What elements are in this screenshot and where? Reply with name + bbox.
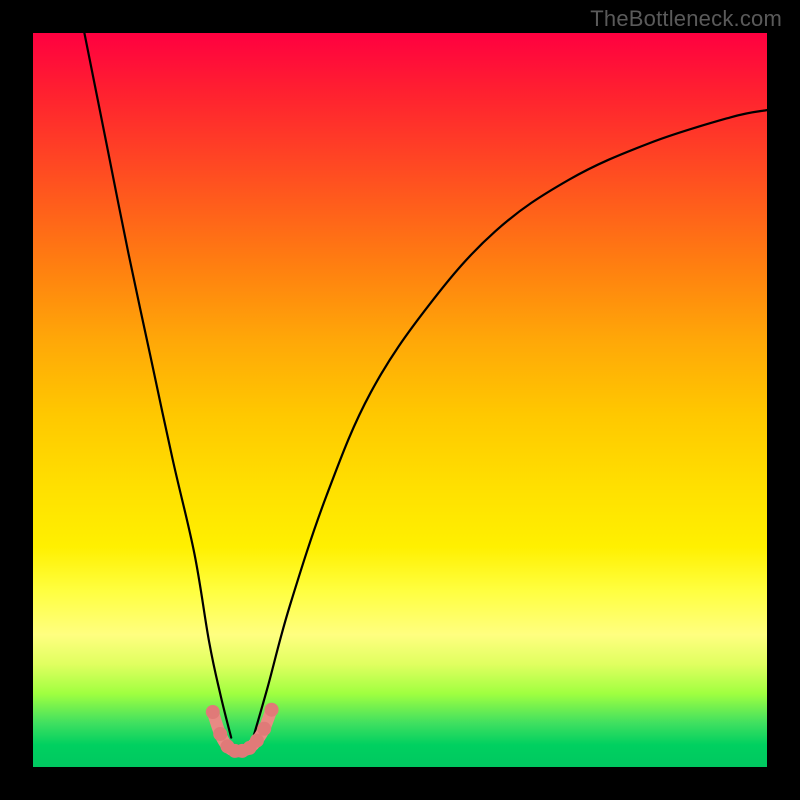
valley-dot	[265, 703, 279, 717]
valley-dot	[257, 722, 271, 736]
chart-frame: TheBottleneck.com	[0, 0, 800, 800]
valley-dots	[206, 703, 279, 758]
plot-area	[33, 33, 767, 767]
watermark-text: TheBottleneck.com	[590, 6, 782, 32]
valley-dot	[213, 727, 227, 741]
valley-dot	[206, 705, 220, 719]
valley-dot	[250, 734, 264, 748]
curves-svg	[33, 33, 767, 767]
left-curve	[84, 33, 231, 738]
right-curve	[253, 110, 767, 738]
